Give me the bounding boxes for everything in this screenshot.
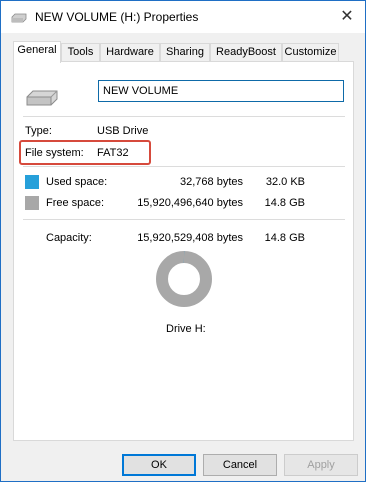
separator (23, 166, 345, 167)
properties-dialog: NEW VOLUME (H:) Properties ✕ General Too… (0, 0, 366, 482)
title-bar: NEW VOLUME (H:) Properties ✕ (1, 1, 365, 33)
tab-general[interactable]: General (13, 41, 61, 63)
tab-readyboost[interactable]: ReadyBoost (210, 43, 282, 61)
capacity-label: Capacity: (46, 232, 92, 244)
tab-customize[interactable]: Customize (282, 43, 339, 61)
close-icon: ✕ (340, 8, 354, 25)
tab-sharing[interactable]: Sharing (160, 43, 210, 61)
apply-button[interactable]: Apply (284, 454, 358, 476)
free-space-bytes: 15,920,496,640 bytes (137, 197, 243, 209)
type-label: Type: (25, 125, 52, 137)
separator (23, 116, 345, 117)
capacity-bytes: 15,920,529,408 bytes (137, 232, 243, 244)
drive-label: Drive H: (166, 323, 206, 335)
window-title: NEW VOLUME (H:) Properties (35, 10, 199, 24)
free-space-swatch (25, 196, 39, 210)
free-space-ring (156, 251, 212, 307)
used-space-label: Used space: (46, 176, 108, 188)
file-system-highlight (19, 140, 151, 165)
tab-hardware[interactable]: Hardware (100, 43, 160, 61)
used-space-bytes: 32,768 bytes (180, 176, 243, 188)
separator (23, 219, 345, 220)
used-space-size: 32.0 KB (265, 176, 305, 188)
tab-tools[interactable]: Tools (61, 43, 100, 61)
free-space-size: 14.8 GB (264, 197, 305, 209)
usb-drive-icon (26, 90, 58, 106)
drive-icon (11, 13, 27, 23)
type-value: USB Drive (97, 125, 149, 137)
capacity-size: 14.8 GB (264, 232, 305, 244)
close-button[interactable]: ✕ (335, 5, 359, 27)
cancel-button[interactable]: Cancel (203, 454, 277, 476)
free-space-label: Free space: (46, 197, 105, 209)
ok-button[interactable]: OK (122, 454, 196, 476)
volume-name-input[interactable] (98, 80, 344, 102)
used-space-swatch (25, 175, 39, 189)
disk-usage-donut (156, 251, 212, 307)
